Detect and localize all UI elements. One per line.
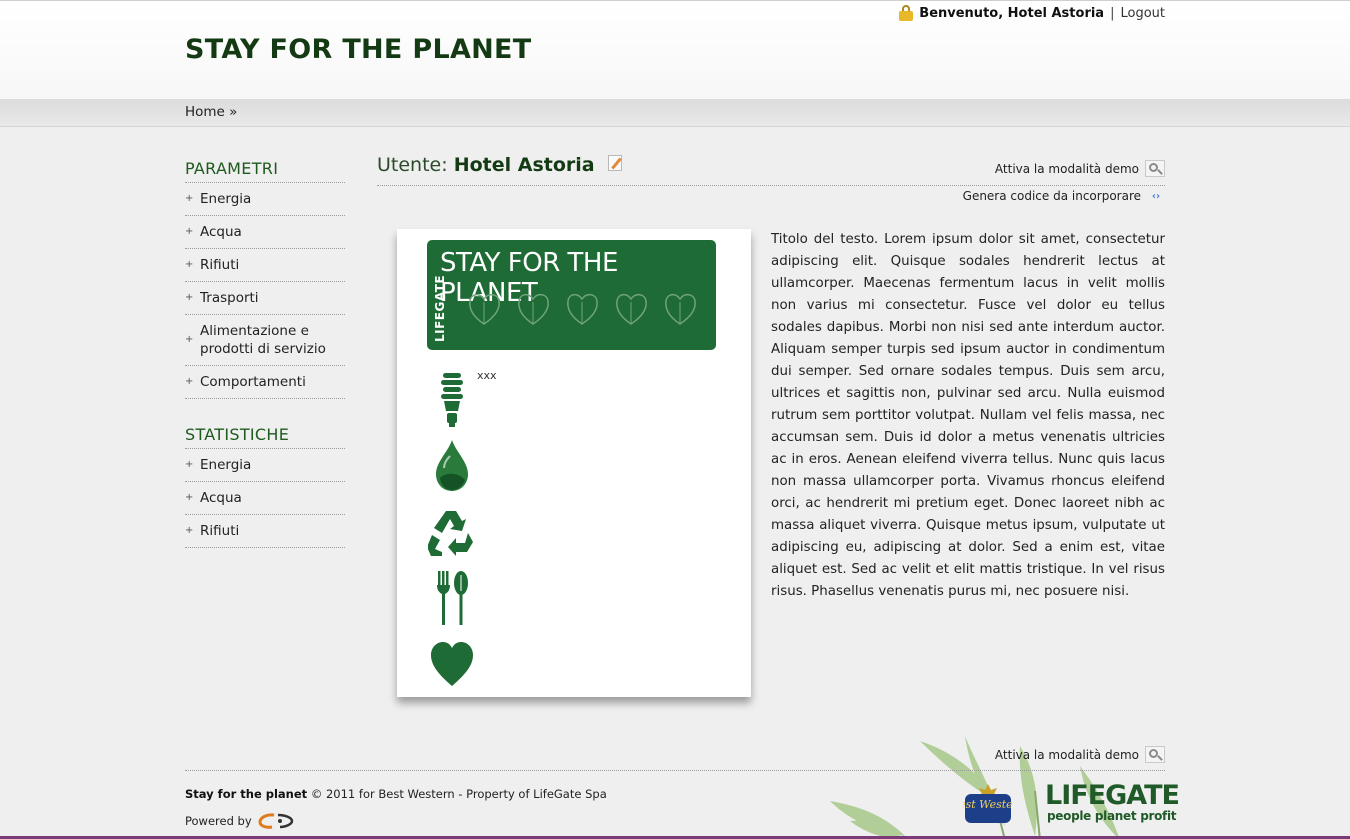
magnifier-icon	[1145, 160, 1165, 177]
main-content: Utente: Hotel Astoria Attiva la modalità…	[377, 151, 1165, 697]
sidebar-item-stat-rifiuti[interactable]: + Rifiuti	[185, 515, 345, 548]
powered-by: Powered by	[185, 812, 294, 830]
demo-mode-label: Attiva la modalità demo	[994, 161, 1139, 176]
sidebar-item-label: Comportamenti	[200, 374, 306, 390]
sidebar-item-comportamenti[interactable]: + Comportamenti	[185, 366, 345, 399]
demo-mode-link[interactable]: Attiva la modalità demo	[995, 160, 1165, 177]
breadcrumb-bar: Home »	[0, 99, 1350, 127]
sidebar-item-rifiuti[interactable]: + Rifiuti	[185, 249, 345, 282]
logout-link[interactable]: Logout	[1120, 6, 1165, 21]
best-western-logo-text: Best Western	[963, 798, 1013, 811]
plus-icon: +	[185, 193, 194, 204]
sidebar-title-statistiche: STATISTICHE	[185, 425, 345, 449]
heart-leaf-icon	[616, 293, 647, 325]
sidebar-item-stat-acqua[interactable]: + Acqua	[185, 482, 345, 515]
sidebar-item-trasporti[interactable]: + Trasporti	[185, 282, 345, 315]
cutlery-icon	[427, 565, 477, 631]
heart-icon	[427, 631, 477, 697]
embed-code-link[interactable]: Genera codice da incorporare ‹›	[963, 188, 1165, 204]
powered-by-logo[interactable]	[258, 812, 294, 830]
parametri-list: + Energia + Acqua + Rifiuti + Trasporti + Ali…	[185, 183, 345, 399]
widget-preview: STAY FOR THE PLANET LIFEGATE xxx	[397, 229, 751, 697]
footer-copyright-text: © 2011 for Best Western - Property of Li…	[307, 787, 607, 801]
plus-icon: +	[185, 292, 194, 303]
powered-by-label: Powered by	[185, 814, 252, 828]
lifegate-tagline: people planet profit	[1047, 809, 1177, 823]
site-title: STAY FOR THE PLANET	[185, 34, 532, 65]
sidebar-item-alimentazione[interactable]: + Alimentazione e prodotti di servizio	[185, 315, 345, 366]
sidebar-item-acqua[interactable]: + Acqua	[185, 216, 345, 249]
edit-icon[interactable]	[607, 154, 625, 172]
plus-icon: +	[185, 259, 194, 270]
widget-placeholder-text: xxx	[477, 369, 497, 382]
user-name: Hotel Astoria	[453, 154, 595, 176]
plus-icon: +	[185, 376, 194, 387]
sidebar-item-label: Acqua	[200, 224, 242, 240]
sidebar-item-stat-energia[interactable]: + Energia	[185, 449, 345, 482]
sidebar-item-label: Rifiuti	[200, 257, 240, 273]
magnifier-icon	[1145, 746, 1165, 763]
welcome-text: Benvenuto, Hotel Astoria	[919, 5, 1105, 21]
footer-demo-label: Attiva la modalità demo	[994, 747, 1139, 762]
sidebar-item-label: Energia	[200, 457, 252, 473]
heart-leaf-icon	[469, 293, 500, 325]
widget-icons	[427, 367, 477, 697]
bulb-icon	[427, 367, 477, 433]
user-bar: Benvenuto, Hotel Astoria | Logout	[899, 5, 1165, 21]
user-prefix: Utente:	[377, 154, 448, 176]
sidebar-item-label: Trasporti	[200, 290, 259, 306]
footer-brand: Stay for the planet	[185, 787, 308, 801]
footer-demo-mode-link[interactable]: Attiva la modalità demo	[995, 746, 1165, 763]
plus-icon: +	[185, 226, 194, 237]
heart-leaf-icon	[665, 293, 696, 325]
site-header: STAY FOR THE PLANET Benvenuto, Hotel Ast…	[0, 1, 1350, 99]
banner-leaves	[467, 290, 698, 328]
widget-banner: STAY FOR THE PLANET LIFEGATE	[427, 240, 716, 350]
sidebar-title-parametri: PARAMETRI	[185, 159, 345, 183]
sidebar-item-energia[interactable]: + Energia	[185, 183, 345, 216]
sidebar-item-label: Alimentazione e prodotti di servizio	[200, 323, 326, 357]
separator: |	[1110, 5, 1115, 21]
footer-copyright: Stay for the planet © 2011 for Best West…	[185, 787, 607, 801]
sidebar-item-label: Acqua	[200, 490, 242, 506]
lock-icon	[899, 5, 914, 21]
breadcrumb-home[interactable]: Home »	[185, 104, 237, 120]
statistiche-list: + Energia + Acqua + Rifiuti	[185, 449, 345, 548]
code-icon: ‹›	[1151, 190, 1161, 202]
water-drop-icon	[427, 433, 477, 499]
plus-icon: +	[185, 459, 194, 470]
sidebar-item-label: Energia	[200, 191, 252, 207]
heart-leaf-icon	[567, 293, 598, 325]
embed-code-label: Genera codice da incorporare	[962, 189, 1141, 203]
user-header: Utente: Hotel Astoria Attiva la modalità…	[377, 151, 1165, 186]
sidebar: PARAMETRI + Energia + Acqua + Rifiuti + Tras…	[185, 159, 345, 574]
lifegate-logo: LIFEGATE people planet profit	[1045, 782, 1180, 824]
heart-leaf-icon	[518, 293, 549, 325]
lifegate-word: LIFEGATE	[1045, 780, 1180, 811]
page-title: Utente: Hotel Astoria	[377, 154, 625, 176]
sidebar-item-label: Rifiuti	[200, 523, 240, 539]
plus-icon: +	[185, 492, 194, 503]
plus-icon: +	[185, 334, 194, 345]
recycle-icon	[427, 499, 477, 565]
body-text: Titolo del testo. Lorem ipsum dolor sit …	[771, 232, 1165, 599]
banner-brand: LIFEGATE	[433, 274, 447, 342]
best-western-logo: Best Western	[963, 784, 1013, 823]
plus-icon: +	[185, 525, 194, 536]
footer-divider	[185, 770, 1165, 771]
